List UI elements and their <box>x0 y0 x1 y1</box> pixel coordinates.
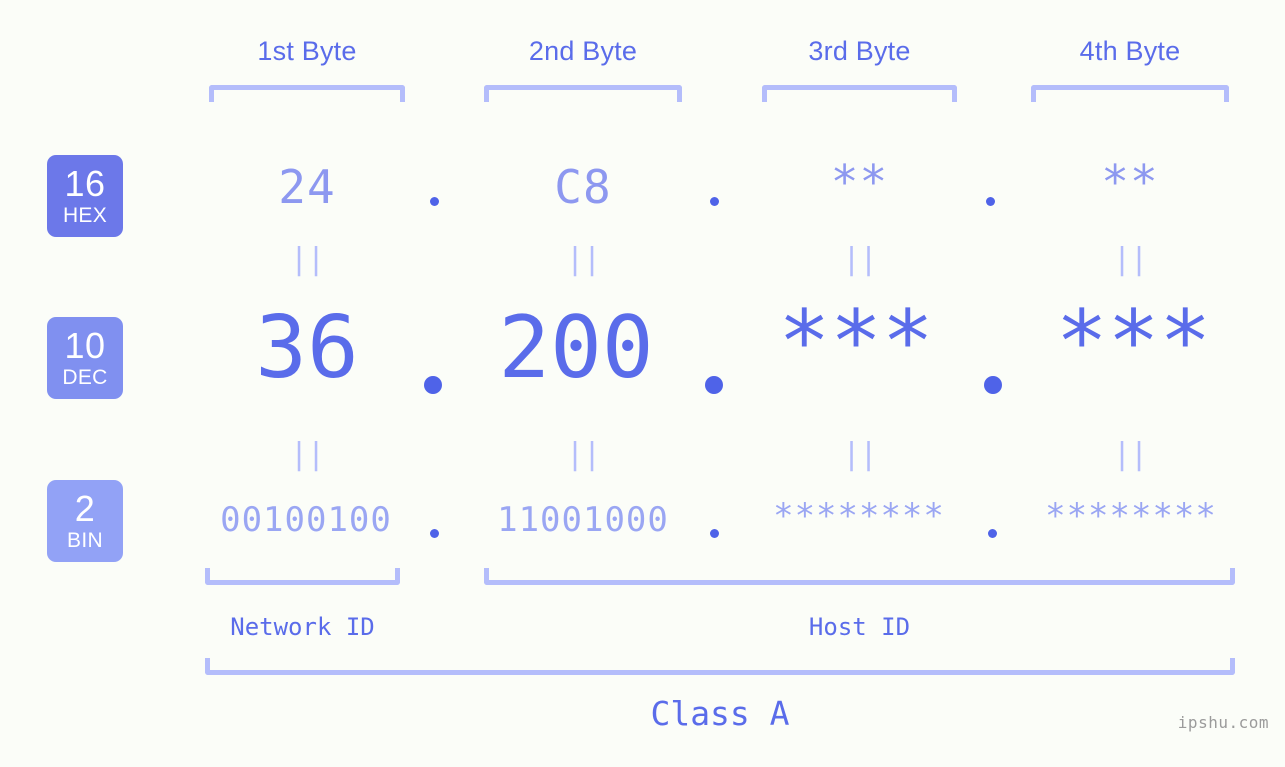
equals-sign-hex-dec-3: || <box>842 242 877 277</box>
bin-separator-dot-2 <box>710 529 719 538</box>
bin-byte-4-value: ******** <box>1045 496 1217 536</box>
network-id-bracket <box>205 568 400 585</box>
network-id-label: Network ID <box>230 613 375 641</box>
bin-byte-1-value: 00100100 <box>220 500 392 540</box>
bin-byte-2-value: 11001000 <box>497 500 669 540</box>
equals-sign-hex-dec-1: || <box>289 242 325 277</box>
equals-sign-hex-dec-2: || <box>565 242 601 277</box>
base-badge-dec: 10 DEC <box>47 317 123 399</box>
bin-separator-dot-3 <box>988 529 997 538</box>
base-badge-hex-name: HEX <box>62 204 108 227</box>
byte-header-1: 1st Byte <box>257 36 357 66</box>
dec-byte-1-value: 36 <box>255 298 359 398</box>
class-bracket <box>205 658 1235 675</box>
byte-header-3: 3rd Byte <box>808 36 911 66</box>
equals-sign-hex-dec-4: || <box>1112 242 1148 277</box>
bin-byte-3-value: ******** <box>773 496 945 536</box>
base-badge-bin-number: 2 <box>74 488 96 529</box>
hex-byte-1-value: 24 <box>278 160 336 214</box>
dec-byte-3-value: *** <box>778 292 934 392</box>
bin-separator-dot-1 <box>430 529 439 538</box>
equals-sign-dec-bin-1: || <box>289 437 325 472</box>
dec-separator-dot-2 <box>705 376 723 394</box>
equals-sign-dec-bin-4: || <box>1112 437 1148 472</box>
hex-byte-4-value: ** <box>1101 155 1159 209</box>
byte-bracket-3 <box>762 85 957 102</box>
dec-byte-4-value: *** <box>1055 292 1212 392</box>
dec-byte-2-value: 200 <box>498 298 654 398</box>
byte-bracket-1 <box>209 85 405 102</box>
dec-separator-dot-3 <box>984 376 1002 394</box>
equals-sign-dec-bin-2: || <box>565 437 601 472</box>
class-label: Class A <box>650 694 790 733</box>
byte-header-4: 4th Byte <box>1079 36 1181 66</box>
equals-sign-dec-bin-3: || <box>842 437 877 472</box>
host-id-label: Host ID <box>808 613 911 641</box>
hex-separator-dot-2 <box>710 197 719 206</box>
base-badge-bin: 2 BIN <box>47 480 123 562</box>
hex-separator-dot-3 <box>986 197 995 206</box>
base-badge-hex-number: 16 <box>64 163 106 204</box>
base-badge-bin-name: BIN <box>67 529 103 552</box>
ip-address-breakdown-diagram: 1st Byte 2nd Byte 3rd Byte 4th Byte 16 H… <box>0 0 1285 767</box>
base-badge-dec-number: 10 <box>64 325 106 366</box>
hex-byte-3-value: ** <box>830 155 889 209</box>
site-watermark: ipshu.com <box>1177 713 1269 732</box>
hex-byte-2-value: C8 <box>554 160 612 214</box>
base-badge-dec-name: DEC <box>62 366 108 389</box>
hex-separator-dot-1 <box>430 197 439 206</box>
host-id-bracket <box>484 568 1235 585</box>
base-badge-hex: 16 HEX <box>47 155 123 237</box>
byte-header-2: 2nd Byte <box>528 36 638 66</box>
byte-bracket-4 <box>1031 85 1229 102</box>
byte-bracket-2 <box>484 85 682 102</box>
dec-separator-dot-1 <box>424 376 442 394</box>
